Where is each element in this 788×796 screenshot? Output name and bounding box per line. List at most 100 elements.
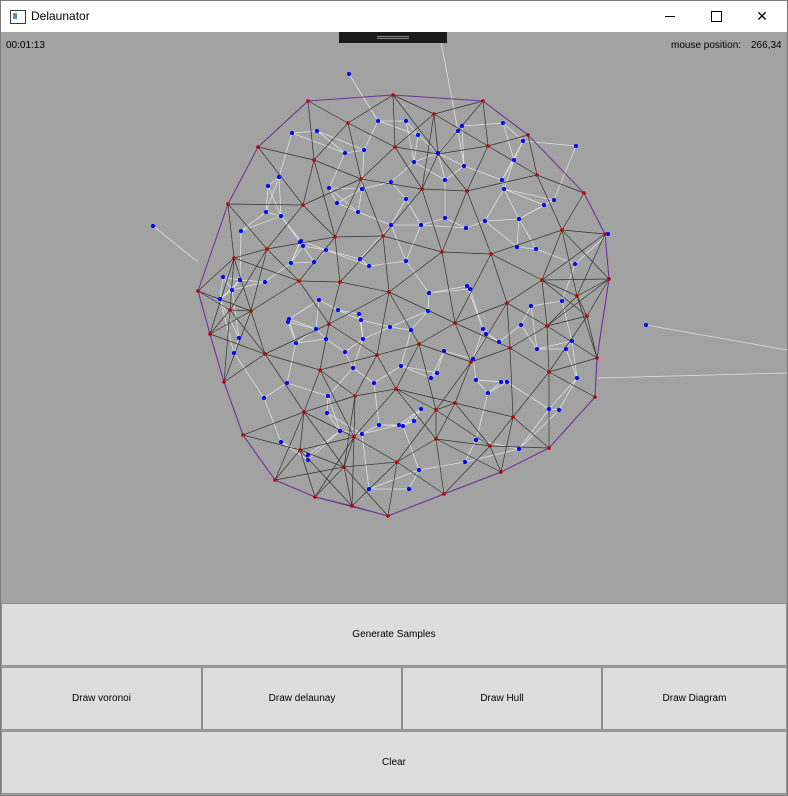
voronoi-edge <box>222 276 241 281</box>
delaunay-edge <box>394 146 439 155</box>
voronoi-point <box>517 447 521 451</box>
delaunay-edge <box>561 229 606 235</box>
delaunay-edge <box>227 203 304 206</box>
delaunay-point <box>391 93 395 97</box>
voronoi-point <box>542 203 546 207</box>
delaunay-edge <box>266 248 300 282</box>
minimize-button[interactable] <box>647 1 693 32</box>
voronoi-point <box>547 407 551 411</box>
voronoi-edge <box>413 152 439 163</box>
voronoi-point <box>230 288 234 292</box>
generate-samples-button[interactable]: Generate Samples <box>1 603 787 666</box>
draw-voronoi-button[interactable]: Draw voronoi <box>1 667 202 730</box>
delaunay-point <box>505 301 509 305</box>
delaunay-point <box>395 460 399 464</box>
voronoi-point <box>483 219 487 223</box>
voronoi-point <box>574 144 578 148</box>
voronoi-edge <box>344 351 354 369</box>
delaunay-edge <box>490 253 543 281</box>
drawing-canvas[interactable]: 00:01:13 mouse position: 266,34 <box>1 32 787 603</box>
voronoi-point <box>290 131 294 135</box>
voronoi-edge <box>357 188 363 213</box>
delaunay-edge <box>421 153 439 190</box>
voronoi-point <box>279 440 283 444</box>
voronoi-edge <box>518 199 555 220</box>
voronoi-point <box>644 323 648 327</box>
delaunay-edge <box>443 445 491 495</box>
voronoi-edge <box>461 122 504 127</box>
voronoi-edge <box>352 338 364 369</box>
voronoi-point <box>347 72 351 76</box>
voronoi-edge <box>518 218 537 250</box>
delaunay-edge <box>576 295 598 359</box>
voronoi-point <box>324 337 328 341</box>
delaunay-point <box>241 433 245 437</box>
voronoi-edge <box>239 279 266 283</box>
voronoi-edge <box>278 176 282 217</box>
voronoi-point <box>512 158 516 162</box>
delaunay-point <box>265 247 269 251</box>
clear-button[interactable]: Clear <box>1 731 787 794</box>
delaunay-edge <box>512 416 550 449</box>
delaunay-edge <box>454 402 491 447</box>
voronoi-edge <box>361 424 400 435</box>
voronoi-point <box>486 391 490 395</box>
delaunay-point <box>263 352 267 356</box>
voronoi-edge <box>302 245 315 263</box>
voronoi-point <box>237 336 241 340</box>
delaunay-point <box>208 332 212 336</box>
voronoi-edge <box>522 140 577 147</box>
voronoi-point <box>326 394 330 398</box>
voronoi-point <box>301 244 305 248</box>
voronoi-point <box>419 407 423 411</box>
delaunay-point <box>297 279 301 283</box>
voronoi-point <box>497 340 501 344</box>
voronoi-point <box>416 133 420 137</box>
voronoi-point <box>521 139 525 143</box>
voronoi-point <box>463 460 467 464</box>
voronoi-point <box>460 124 464 128</box>
delaunay-edge <box>353 388 397 438</box>
voronoi-edge <box>325 249 361 260</box>
delaunay-edge <box>233 257 300 282</box>
draw-hull-button[interactable]: Draw Hull <box>402 667 602 730</box>
draw-diagram-button[interactable]: Draw Diagram <box>602 667 787 730</box>
voronoi-point <box>481 327 485 331</box>
delaunay-edge <box>354 354 378 397</box>
title-bar[interactable]: Delaunator ✕ <box>1 1 787 32</box>
voronoi-edge <box>302 245 327 251</box>
voronoi-point <box>221 275 225 279</box>
delaunay-edge <box>334 236 341 283</box>
delaunay-edge <box>351 461 398 507</box>
delaunay-point <box>346 121 350 125</box>
delaunay-edge <box>454 253 492 324</box>
delaunay-point <box>547 446 551 450</box>
delaunay-point <box>333 235 337 239</box>
draw-delaunay-button[interactable]: Draw delaunay <box>202 667 402 730</box>
delaunay-point <box>440 250 444 254</box>
voronoi-edge <box>503 188 545 206</box>
elapsed-timer: 00:01:13 <box>6 40 45 51</box>
voronoi-point <box>294 341 298 345</box>
voronoi-point <box>442 349 446 353</box>
voronoi-point <box>407 487 411 491</box>
voronoi-point <box>388 325 392 329</box>
delaunay-edge <box>490 229 563 255</box>
voronoi-point <box>358 257 362 261</box>
delaunay-edge <box>541 278 610 281</box>
delaunay-point <box>196 289 200 293</box>
delaunay-point <box>226 202 230 206</box>
panel-grip-handle[interactable] <box>339 32 447 43</box>
delaunay-edge <box>266 204 304 250</box>
delaunay-edge <box>470 347 511 363</box>
mouse-position-value: 266,34 <box>751 40 782 51</box>
delaunay-point <box>394 387 398 391</box>
voronoi-edge <box>469 288 484 330</box>
voronoi-point <box>436 151 440 155</box>
close-button[interactable]: ✕ <box>739 1 785 32</box>
voronoi-edge <box>325 338 346 353</box>
delaunay-edge <box>299 449 316 498</box>
voronoi-point <box>501 121 505 125</box>
maximize-button[interactable] <box>693 1 739 32</box>
voronoi-point <box>505 380 509 384</box>
